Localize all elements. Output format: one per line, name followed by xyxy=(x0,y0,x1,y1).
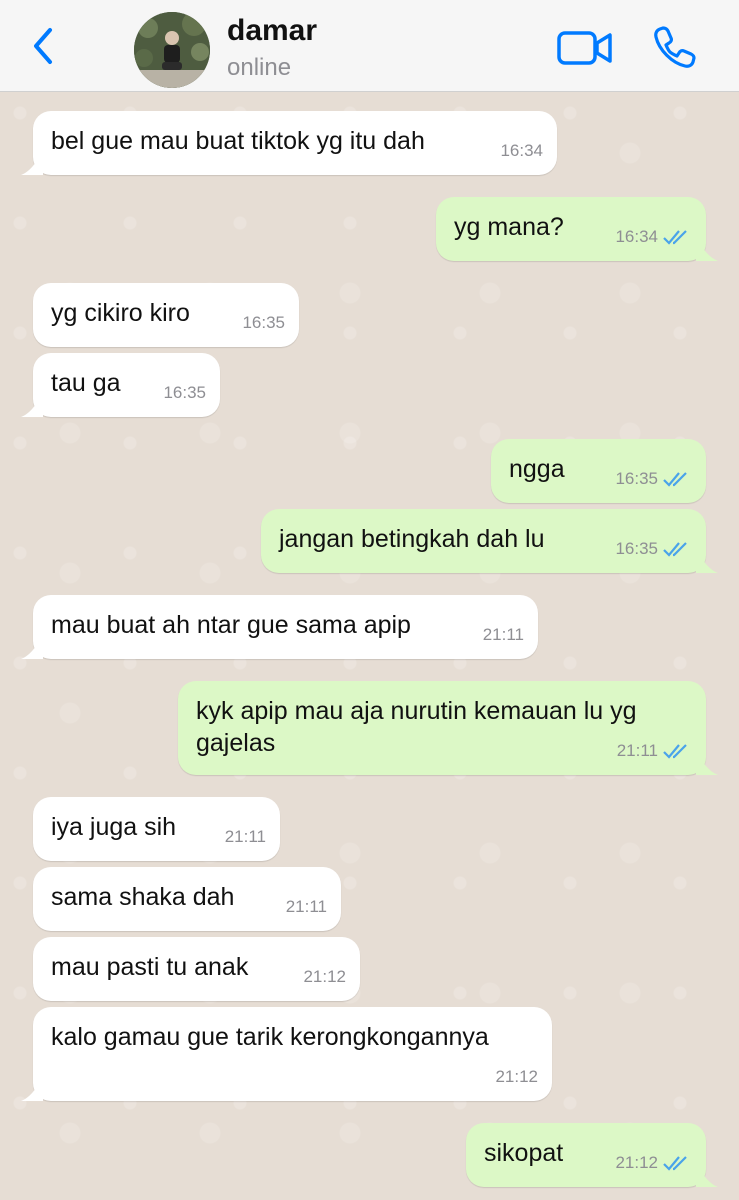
read-receipt-icon xyxy=(663,472,687,487)
message-time: 16:35 xyxy=(242,313,285,332)
chat-header: damar online xyxy=(0,0,739,92)
message-time: 16:34 xyxy=(615,227,658,246)
message-bubble-outgoing[interactable]: ngga 16:35 xyxy=(491,439,706,503)
message-text: kyk apip mau aja nurutin kemauan lu yg g… xyxy=(196,697,637,757)
message-text: kalo gamau gue tarik kerongkongannya xyxy=(51,1023,489,1051)
message-bubble-outgoing[interactable]: sikopat 21:12 xyxy=(466,1123,718,1187)
bubble-tail xyxy=(21,637,43,659)
bubble-tail xyxy=(21,1079,43,1101)
read-receipt-icon xyxy=(663,744,687,759)
message-bubble-incoming[interactable]: kalo gamau gue tarik kerongkongannya 21:… xyxy=(21,1007,552,1101)
avatar[interactable] xyxy=(134,12,210,88)
message-bubble-incoming[interactable]: sama shaka dah 21:11 xyxy=(33,867,341,931)
message-bubble-incoming[interactable]: bel gue mau buat tiktok yg itu dah 16:34 xyxy=(21,111,557,175)
message-text: mau pasti tu anak xyxy=(51,953,249,981)
contact-status: online xyxy=(227,54,292,81)
message-time: 16:35 xyxy=(615,539,658,558)
message-time: 21:11 xyxy=(482,625,524,644)
message-bubble-incoming[interactable]: tau ga 16:35 xyxy=(21,353,220,417)
message-time: 16:35 xyxy=(163,383,206,402)
bubble-tail xyxy=(21,153,43,175)
message-time: 16:35 xyxy=(615,469,658,488)
message-time: 21:12 xyxy=(303,967,346,986)
message-time: 21:12 xyxy=(615,1153,658,1172)
read-receipt-icon xyxy=(663,230,687,245)
message-text: mau buat ah ntar gue sama apip xyxy=(51,611,411,639)
bubble-tail xyxy=(21,395,43,417)
bubble-tail xyxy=(696,239,718,261)
message-text: sama shaka dah xyxy=(51,883,235,911)
bubble-tail xyxy=(696,551,718,573)
message-time: 21:12 xyxy=(495,1067,538,1086)
video-call-icon[interactable] xyxy=(556,28,614,68)
phone-call-icon[interactable] xyxy=(650,24,698,72)
message-bubble-incoming[interactable]: yg cikiro kiro 16:35 xyxy=(33,283,299,347)
read-receipt-icon xyxy=(663,542,687,557)
message-text: bel gue mau buat tiktok yg itu dah xyxy=(51,127,425,155)
chat-area[interactable]: bel gue mau buat tiktok yg itu dah 16:34… xyxy=(0,93,739,1200)
bubble-tail xyxy=(696,1165,718,1187)
message-bubble-incoming[interactable]: mau pasti tu anak 21:12 xyxy=(33,937,360,1001)
contact-name[interactable]: damar xyxy=(227,14,317,48)
message-bubble-incoming[interactable]: iya juga sih 21:11 xyxy=(33,797,280,861)
read-receipt-icon xyxy=(663,1156,687,1171)
message-time: 21:11 xyxy=(285,897,327,916)
message-bubble-outgoing[interactable]: yg mana? 16:34 xyxy=(436,197,718,261)
back-chevron-icon[interactable] xyxy=(28,26,58,66)
message-bubble-outgoing[interactable]: kyk apip mau aja nurutin kemauan lu yg g… xyxy=(178,681,718,775)
message-bubble-outgoing[interactable]: jangan betingkah dah lu 16:35 xyxy=(261,509,718,573)
message-time: 21:11 xyxy=(616,741,658,760)
message-time: 21:11 xyxy=(224,827,266,846)
message-time: 16:34 xyxy=(500,141,543,160)
message-bubble-incoming[interactable]: mau buat ah ntar gue sama apip 21:11 xyxy=(21,595,538,659)
bubble-tail xyxy=(696,753,718,775)
